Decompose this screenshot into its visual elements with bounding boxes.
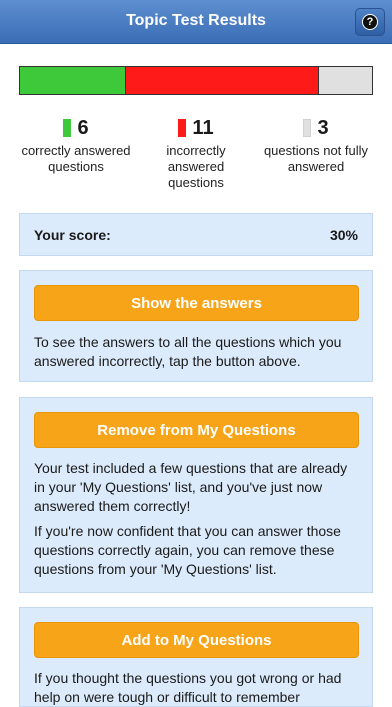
help-icon: ? — [362, 14, 378, 30]
show-answers-panel: Show the answers To see the answers to a… — [19, 270, 373, 382]
score-label: Your score: — [34, 226, 111, 243]
stat-correct: 6 correctly answered questions — [14, 117, 138, 175]
show-answers-button[interactable]: Show the answers — [34, 285, 359, 321]
help-button[interactable]: ? — [355, 8, 385, 36]
not-answered-segment — [319, 67, 372, 94]
remove-panel: Remove from My Questions Your test inclu… — [19, 397, 373, 593]
add-panel: Add to My Questions If you thought the q… — [19, 607, 373, 707]
incorrect-swatch — [178, 119, 187, 137]
incorrect-label: incorrectly answered questions — [166, 143, 226, 190]
add-to-my-questions-button[interactable]: Add to My Questions — [34, 622, 359, 658]
correct-swatch — [63, 119, 72, 137]
page-title: Topic Test Results — [126, 12, 266, 29]
stat-incorrect: 11 incorrectly answered questions — [140, 117, 252, 191]
correct-segment — [20, 67, 126, 94]
show-answers-text: To see the answers to all the questions … — [34, 334, 342, 369]
not-answered-swatch — [303, 119, 312, 137]
remove-from-my-questions-button[interactable]: Remove from My Questions — [34, 412, 359, 448]
correct-label: correctly answered questions — [21, 143, 131, 174]
remove-text-1: Your test included a few questions that … — [34, 460, 348, 514]
correct-count: 6 — [77, 116, 89, 139]
incorrect-count: 11 — [192, 116, 214, 139]
score-value: 30% — [329, 226, 358, 243]
stat-not-answered: 3 questions not fully answered — [254, 117, 378, 175]
not-answered-count: 3 — [317, 116, 329, 139]
results-stats: 6 correctly answered questions 11 incorr… — [0, 117, 392, 197]
add-text: If you thought the questions you got wro… — [34, 670, 342, 705]
score-panel: Your score: 30% — [19, 213, 373, 256]
results-progress-bar — [19, 66, 373, 95]
nav-bar: Topic Test Results ? — [0, 0, 392, 44]
incorrect-segment — [125, 67, 320, 94]
remove-text-2: If you're now confident that you can ans… — [34, 523, 341, 577]
not-answered-label: questions not fully answered — [263, 143, 369, 174]
